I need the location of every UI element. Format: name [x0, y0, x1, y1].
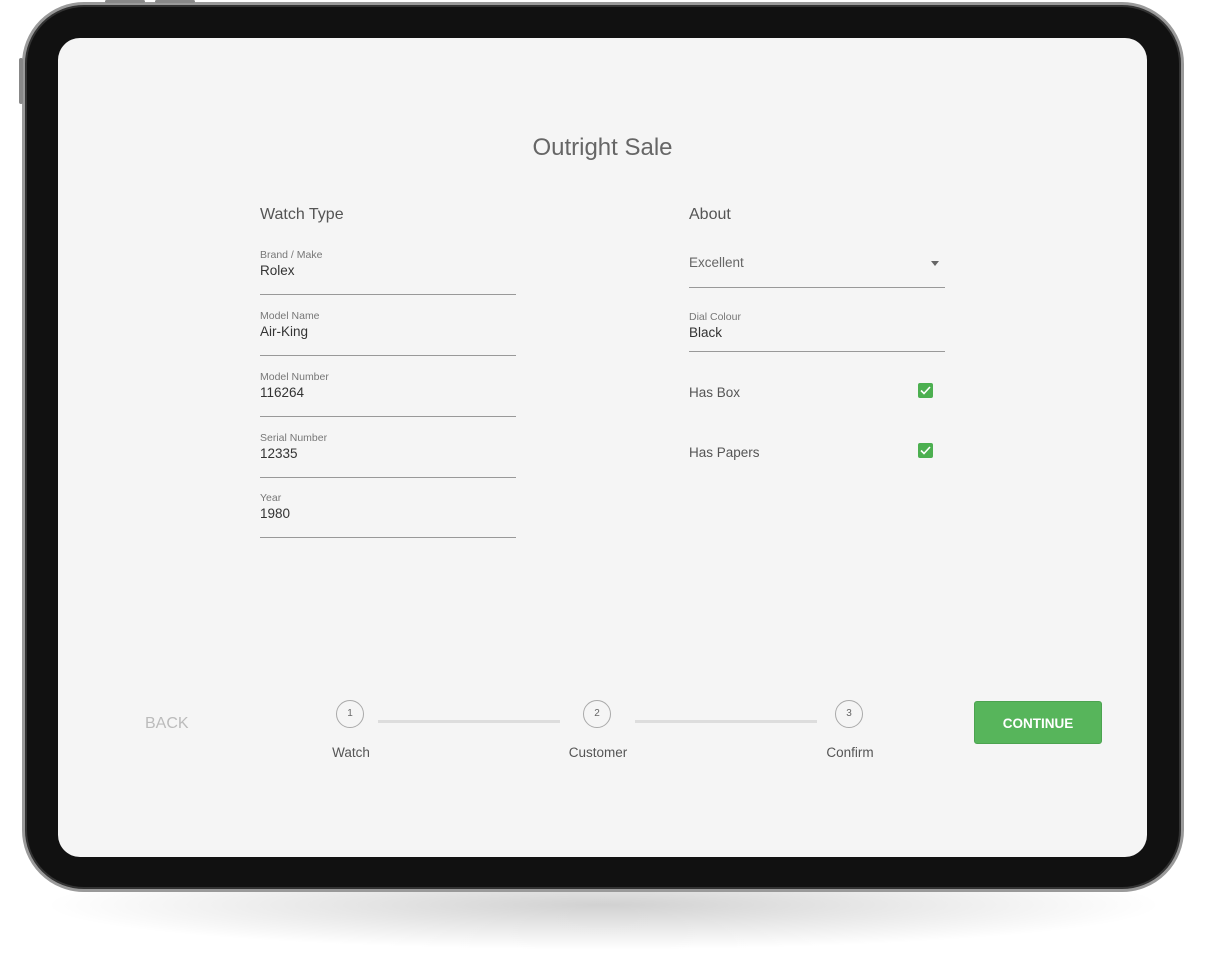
continue-button[interactable]: CONTINUE	[974, 701, 1102, 744]
serial-number-value: 12335	[260, 446, 298, 461]
step-1-label: Watch	[332, 745, 370, 760]
brand-value: Rolex	[260, 263, 295, 278]
model-number-label: Model Number	[260, 371, 329, 383]
step-connector	[378, 720, 560, 723]
page-title: Outright Sale	[532, 134, 673, 161]
dial-colour-field[interactable]: Dial Colour Black	[689, 311, 945, 352]
model-name-field[interactable]: Model Name Air-King	[260, 310, 516, 356]
top-button	[155, 0, 195, 3]
check-icon	[920, 386, 931, 395]
model-number-value: 116264	[260, 385, 305, 400]
has-box-checkbox[interactable]	[918, 383, 933, 398]
step-1-indicator: 1	[336, 700, 364, 728]
dial-colour-value: Black	[689, 325, 723, 340]
year-label: Year	[260, 492, 282, 504]
brand-label: Brand / Make	[260, 249, 323, 261]
serial-number-label: Serial Number	[260, 432, 328, 444]
step-3-label: Confirm	[826, 745, 874, 760]
watch-type-heading: Watch Type	[260, 206, 344, 223]
dial-colour-label: Dial Colour	[689, 311, 741, 323]
check-icon	[920, 446, 931, 455]
has-papers-row: Has Papers	[689, 443, 933, 463]
model-number-field[interactable]: Model Number 116264	[260, 371, 516, 417]
condition-select[interactable]: Excellent	[689, 248, 945, 288]
step-3-indicator: 3	[835, 700, 863, 728]
year-field[interactable]: Year 1980	[260, 492, 516, 538]
has-papers-checkbox[interactable]	[918, 443, 933, 458]
step-connector	[635, 720, 817, 723]
about-heading: About	[689, 206, 731, 223]
screen: Outright Sale Watch Type Brand / Make Rol…	[58, 38, 1147, 857]
year-value: 1980	[260, 506, 291, 521]
caret-down-icon	[931, 261, 939, 266]
side-button	[19, 58, 23, 104]
model-name-label: Model Name	[260, 310, 320, 322]
step-2-label: Customer	[568, 745, 628, 760]
brand-field[interactable]: Brand / Make Rolex	[260, 249, 516, 295]
top-button	[105, 0, 145, 3]
back-button[interactable]: BACK	[145, 715, 189, 733]
model-name-value: Air-King	[260, 324, 309, 339]
has-box-row: Has Box	[689, 383, 933, 403]
condition-value: Excellent	[689, 255, 744, 270]
has-box-label: Has Box	[689, 385, 741, 400]
step-2-indicator: 2	[583, 700, 611, 728]
has-papers-label: Has Papers	[689, 445, 760, 460]
serial-number-field[interactable]: Serial Number 12335	[260, 432, 516, 478]
